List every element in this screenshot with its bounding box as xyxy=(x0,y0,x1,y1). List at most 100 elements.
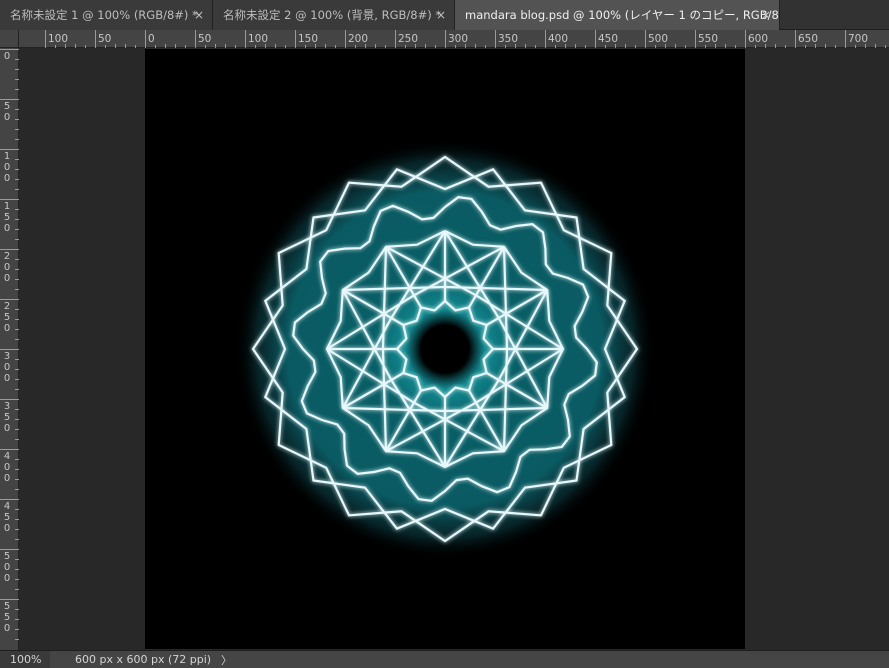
ruler-major-tick xyxy=(445,30,446,48)
ruler-label: 700 xyxy=(848,33,869,45)
tab-label: mandara blog.psd @ 100% (レイヤー 1 のコピー, RG… xyxy=(465,8,780,22)
ruler-label: 0 xyxy=(148,33,155,45)
ruler-major-tick xyxy=(0,99,19,100)
close-icon[interactable]: × xyxy=(436,8,446,22)
ruler-label: 100 xyxy=(248,33,269,45)
ruler-major-tick xyxy=(0,249,19,250)
ruler-label: 300 xyxy=(448,33,469,45)
horizontal-ruler[interactable]: 100 50 0 50 100 150 200 250 300 350 400 450 500 550 60… xyxy=(19,30,889,48)
ruler-origin[interactable] xyxy=(0,30,19,48)
ruler-label: 350 xyxy=(498,33,519,45)
ruler-label: 400 xyxy=(548,33,569,45)
ruler-label-digit: 0 xyxy=(3,423,11,434)
ruler-major-tick xyxy=(345,30,346,48)
center-void xyxy=(403,307,487,391)
ruler-major-tick xyxy=(95,30,96,48)
ruler-major-tick xyxy=(295,30,296,48)
ruler-label-digit: 0 xyxy=(3,473,11,484)
ruler-label: 100 xyxy=(48,33,69,45)
ruler-label-digit: 0 xyxy=(3,373,11,384)
ruler-label-digit: 5 xyxy=(3,612,11,623)
ruler-major-tick xyxy=(0,449,19,450)
ruler-major-tick xyxy=(0,599,19,600)
ruler-label-digit: 5 xyxy=(3,551,11,562)
ruler-label-digit: 0 xyxy=(3,162,11,173)
ruler-major-tick xyxy=(395,30,396,48)
ruler-label: 150 xyxy=(298,33,319,45)
ruler-label: 600 xyxy=(748,33,769,45)
ruler-label-digit: 3 xyxy=(3,351,11,362)
status-bar: 100% 600 px x 600 px (72 ppi) 〉 xyxy=(0,650,889,668)
document-tab-bar: 名称未設定 1 @ 100% (RGB/8#) * × 名称未設定 2 @ 10… xyxy=(0,0,889,30)
ruler-label: 250 xyxy=(398,33,419,45)
ruler-major-tick xyxy=(0,549,19,550)
ruler-label-digit: 5 xyxy=(3,101,11,112)
ruler-label-digit: 2 xyxy=(3,301,11,312)
ruler-major-tick xyxy=(195,30,196,48)
ruler-label: 450 xyxy=(598,33,619,45)
chevron-right-icon[interactable]: 〉 xyxy=(221,652,232,668)
tab-untitled-2[interactable]: 名称未設定 2 @ 100% (背景, RGB/8#) * × xyxy=(213,0,455,30)
ruler-label-digit: 3 xyxy=(3,401,11,412)
ruler-major-tick xyxy=(645,30,646,48)
ruler-label: 50 xyxy=(98,33,112,45)
ruler-label-digit: 5 xyxy=(3,212,11,223)
ruler-major-tick xyxy=(495,30,496,48)
ruler-major-tick xyxy=(0,199,19,200)
ruler-label-digit: 0 xyxy=(3,573,11,584)
zoom-level-field[interactable]: 100% xyxy=(0,651,50,668)
tab-mandara-blog[interactable]: mandara blog.psd @ 100% (レイヤー 1 のコピー, RG… xyxy=(455,0,780,30)
ruler-major-tick xyxy=(145,30,146,48)
ruler-label-digit: 1 xyxy=(3,151,11,162)
ruler-label-digit: 5 xyxy=(3,312,11,323)
ruler-major-tick xyxy=(695,30,696,48)
ruler-major-tick xyxy=(845,30,846,48)
ruler-label-digit: 0 xyxy=(3,51,11,62)
ruler-major-tick xyxy=(0,399,19,400)
tab-label: 名称未設定 2 @ 100% (背景, RGB/8#) * xyxy=(223,8,442,22)
tab-untitled-1[interactable]: 名称未設定 1 @ 100% (RGB/8#) * × xyxy=(0,0,213,30)
ruler-label-digit: 0 xyxy=(3,562,11,573)
ruler-major-tick xyxy=(595,30,596,48)
ruler-label-digit: 4 xyxy=(3,451,11,462)
vertical-ruler[interactable]: 050100150200250300350400450500550 xyxy=(0,48,19,650)
ruler-label-digit: 5 xyxy=(3,601,11,612)
close-icon[interactable]: × xyxy=(761,8,771,22)
ruler-major-tick xyxy=(0,149,19,150)
mandala-artwork xyxy=(230,134,660,564)
zoom-level: 100% xyxy=(10,653,42,666)
ruler-label-digit: 1 xyxy=(3,201,11,212)
ruler-label-digit: 0 xyxy=(3,112,11,123)
ruler-label-digit: 5 xyxy=(3,512,11,523)
ruler-label: 550 xyxy=(698,33,719,45)
ruler-label-digit: 0 xyxy=(3,262,11,273)
ruler-label-digit: 0 xyxy=(3,223,11,234)
ruler-major-tick xyxy=(0,49,19,50)
ruler-major-tick xyxy=(745,30,746,48)
ruler-label-digit: 0 xyxy=(3,273,11,284)
ruler-label-digit: 0 xyxy=(3,173,11,184)
ruler-label-digit: 2 xyxy=(3,251,11,262)
ruler-label-digit: 5 xyxy=(3,412,11,423)
ruler-label-digit: 0 xyxy=(3,462,11,473)
close-icon[interactable]: × xyxy=(194,8,204,22)
ruler-label-digit: 0 xyxy=(3,623,11,634)
ruler-label-digit: 0 xyxy=(3,323,11,334)
document-info: 600 px x 600 px (72 ppi) xyxy=(75,653,212,666)
ruler-major-tick xyxy=(545,30,546,48)
ruler-label: 500 xyxy=(648,33,669,45)
document-canvas[interactable] xyxy=(145,49,745,649)
ruler-major-tick xyxy=(245,30,246,48)
ruler-major-tick xyxy=(0,349,19,350)
ruler-label: 50 xyxy=(198,33,212,45)
ruler-label: 200 xyxy=(348,33,369,45)
ruler-label-digit: 4 xyxy=(3,501,11,512)
ruler-label-digit: 0 xyxy=(3,523,11,534)
ruler-major-tick xyxy=(0,299,19,300)
tab-label: 名称未設定 1 @ 100% (RGB/8#) * xyxy=(10,8,198,22)
ruler-major-tick xyxy=(0,499,19,500)
ruler-label: 650 xyxy=(798,33,819,45)
ruler-major-tick xyxy=(795,30,796,48)
ruler-label-digit: 0 xyxy=(3,362,11,373)
ruler-major-tick xyxy=(45,30,46,48)
